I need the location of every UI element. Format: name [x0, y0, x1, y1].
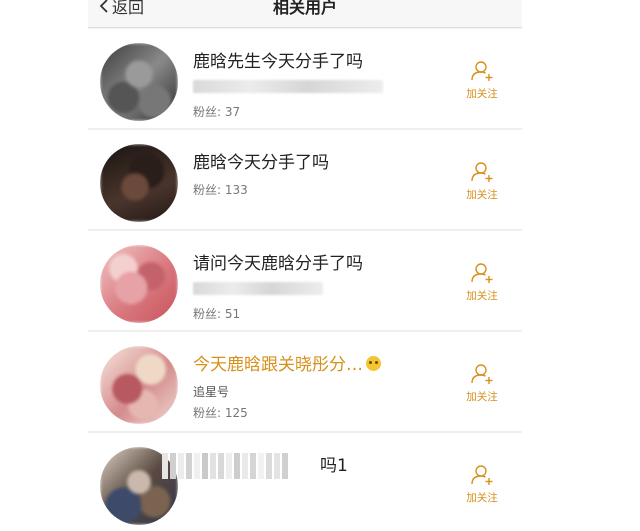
user-row[interactable]: 吗1 加关注	[88, 433, 522, 531]
user-row[interactable]: 今天鹿晗跟关晓彤分… 追星号 粉丝: 125 加关注	[88, 332, 522, 433]
follow-button[interactable]: 加关注	[462, 463, 502, 505]
user-name-tail[interactable]: 吗1	[320, 451, 348, 476]
avatar	[100, 43, 178, 121]
redacted-name	[162, 453, 288, 479]
fans-count: 粉丝: 133	[193, 183, 248, 197]
redacted-description	[193, 80, 383, 93]
user-name[interactable]: 鹿晗先生今天分手了吗	[193, 47, 363, 72]
astonished-face-icon	[366, 356, 381, 371]
follow-label: 加关注	[466, 189, 498, 201]
app-screen: 返回 相关用户 鹿晗先生今天分手了吗 粉丝: 37 加关注 鹿晗今天分手了吗 粉…	[88, 0, 522, 531]
user-row[interactable]: 鹿晗先生今天分手了吗 粉丝: 37 加关注	[88, 29, 522, 130]
avatar	[100, 245, 178, 323]
avatar	[100, 346, 178, 424]
follow-label: 加关注	[466, 492, 498, 504]
follow-label: 加关注	[466, 290, 498, 302]
follow-label: 加关注	[466, 88, 498, 100]
avatar	[100, 144, 178, 222]
add-user-icon	[471, 465, 493, 485]
add-user-icon	[471, 263, 493, 283]
page-title: 相关用户	[272, 0, 337, 17]
user-name[interactable]: 请问今天鹿晗分手了吗	[193, 249, 363, 274]
follow-button[interactable]: 加关注	[462, 261, 502, 303]
user-row[interactable]: 鹿晗今天分手了吗 粉丝: 133 加关注	[88, 130, 522, 231]
add-user-icon	[471, 162, 493, 182]
user-tag: 追星号	[193, 385, 230, 399]
redacted-description	[193, 282, 323, 295]
add-user-icon	[471, 61, 493, 81]
user-row[interactable]: 请问今天鹿晗分手了吗 粉丝: 51 加关注	[88, 231, 522, 332]
fans-count: 粉丝: 125	[193, 406, 248, 420]
nav-bar: 返回 相关用户	[88, 0, 522, 28]
user-list: 鹿晗先生今天分手了吗 粉丝: 37 加关注 鹿晗今天分手了吗 粉丝: 133 加…	[88, 29, 522, 531]
fans-count: 粉丝: 37	[193, 105, 241, 119]
fans-count: 粉丝: 51	[193, 307, 241, 321]
follow-label: 加关注	[466, 391, 498, 403]
user-name-text: 今天鹿晗跟关晓彤分…	[193, 355, 363, 375]
user-name[interactable]: 今天鹿晗跟关晓彤分…	[193, 350, 381, 375]
follow-button[interactable]: 加关注	[462, 362, 502, 404]
add-user-icon	[471, 364, 493, 384]
follow-button[interactable]: 加关注	[462, 160, 502, 202]
follow-button[interactable]: 加关注	[462, 59, 502, 101]
user-name[interactable]: 鹿晗今天分手了吗	[193, 148, 329, 173]
